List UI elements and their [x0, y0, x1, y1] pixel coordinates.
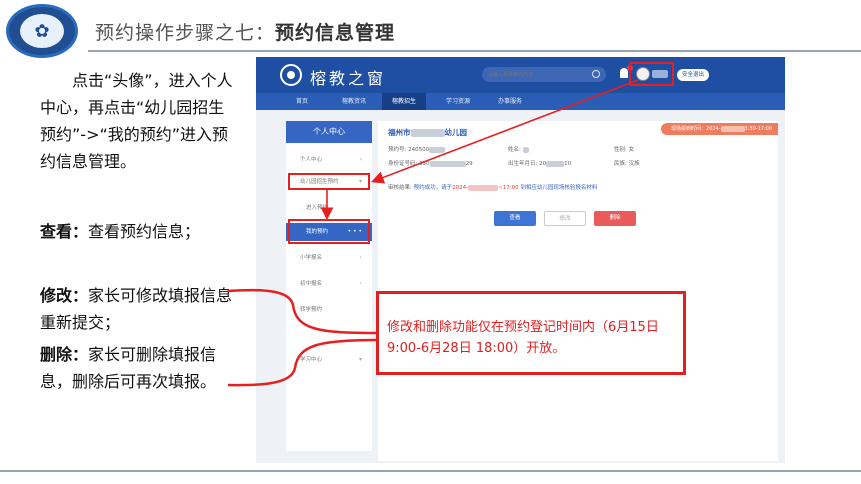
edit-bracket	[227, 288, 377, 335]
footer-divider	[0, 470, 861, 472]
notice-text: 修改和删除功能仅在预约登记时间内（6月15日 9:00-6月28日 18:00）…	[387, 320, 659, 356]
arrow-avatar-to-menu	[371, 79, 639, 184]
delete-bracket	[227, 338, 377, 387]
annotation-arrows	[227, 79, 639, 387]
notice-callout: 修改和删除功能仅在预约登记时间内（6月15日 9:00-6月28日 18:00）…	[376, 291, 686, 375]
